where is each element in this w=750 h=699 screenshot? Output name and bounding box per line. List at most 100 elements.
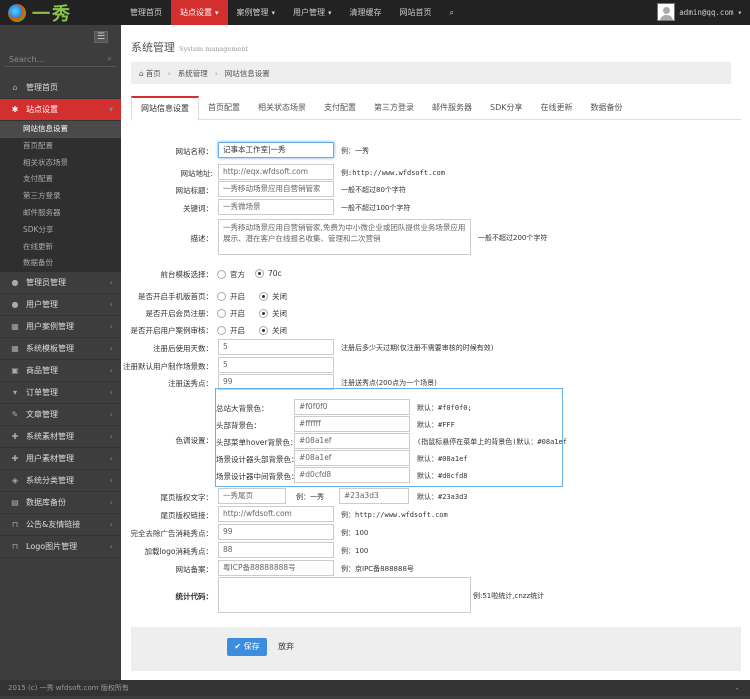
submenu-item[interactable]: 支付配置 — [0, 171, 121, 188]
topnav-item[interactable]: 网站首页 — [391, 0, 441, 25]
sidebar-item[interactable]: ✎ 文章管理 ‹ — [0, 404, 121, 427]
color-row-label: 场景设计器中间背景色： — [216, 472, 299, 481]
sidebar-item[interactable]: ⌂ 管理首页 — [0, 77, 121, 99]
search-icon[interactable]: ⌕ — [441, 0, 463, 25]
site-title-input[interactable]: 一秀移动场景应用自营销管家 — [218, 181, 334, 197]
sidebar-item[interactable]: ● 管理员管理 ‹ — [0, 272, 121, 295]
sidebar-item[interactable]: ✚ 用户素材管理 ‹ — [0, 448, 121, 471]
icp-label: 网站备案： — [175, 565, 214, 574]
sidebar-item[interactable]: ▦ 系统模板管理 ‹ — [0, 338, 121, 361]
reg-days-input[interactable]: 5 — [218, 339, 334, 355]
submenu-item[interactable]: 首页配置 — [0, 138, 121, 155]
sidebar-item-label: 系统模板管理 — [26, 344, 74, 354]
radio-selected-icon — [259, 309, 268, 318]
cancel-button[interactable]: 放弃 — [278, 638, 294, 656]
remove-ads-input[interactable]: 99 — [218, 524, 334, 540]
copyright-text-input[interactable]: 一秀尾页 — [218, 488, 286, 504]
description-textarea[interactable]: 一秀移动场景应用自营销管家,免费为中小微企业或团队提供业务场景应用展示、潜在客户… — [218, 219, 471, 255]
list-icon: ▤ — [11, 498, 19, 508]
topnav-item[interactable]: 清理缓存 — [341, 0, 391, 25]
template-option-official[interactable]: 官方 — [217, 269, 245, 280]
member-reg-off[interactable]: 关闭 — [259, 308, 287, 319]
logo-cost-input[interactable]: 88 — [218, 542, 334, 558]
color-row-hint: 默认：#08a1ef — [417, 455, 468, 463]
sidebar-item-label: 系统素材管理 — [26, 432, 74, 442]
site-url-input[interactable]: http://eqx.wfdsoft.com — [218, 164, 334, 180]
sidebar-item-label: Logo图片管理 — [26, 542, 78, 552]
member-reg-label: 是否开启会员注册： — [145, 309, 214, 318]
copyright-color-input[interactable]: #23a3d3 — [339, 488, 409, 504]
submenu-item[interactable]: 数据备份 — [0, 255, 121, 272]
color-input[interactable]: #ffffff — [294, 416, 410, 432]
site-title-hint: 一般不超过80个字符 — [341, 186, 406, 194]
reg-days-hint: 注册后多少天过期(仅注册不需要审核的时候有效) — [341, 344, 494, 352]
sidebar-item[interactable]: ✚ 系统素材管理 ‹ — [0, 426, 121, 449]
copyright-link-hint: 例：http://www.wfdsoft.com — [341, 511, 448, 519]
radio-icon — [217, 309, 226, 318]
save-button[interactable]: ✔ 保存 — [227, 638, 267, 656]
sidebar-item[interactable]: ▾ 订单管理 ‹ — [0, 382, 121, 405]
sidebar-item[interactable]: ▣ 商品管理 ‹ — [0, 360, 121, 383]
cart-icon: ▾ — [12, 388, 17, 398]
sidebar-item-label: 用户案例管理 — [26, 322, 74, 332]
submenu-item[interactable]: 第三方登录 — [0, 188, 121, 205]
logo[interactable]: 一秀 — [0, 0, 121, 25]
mobile-home-on[interactable]: 开启 — [217, 291, 245, 302]
user-menu[interactable]: admin@qq.com ▾ — [657, 3, 742, 21]
submenu-item[interactable]: 相关状态场景 — [0, 155, 121, 172]
case-review-label: 是否开启用户案例审核： — [130, 326, 214, 335]
radio-icon — [217, 326, 226, 335]
color-input[interactable]: #f0f0f0 — [294, 399, 410, 415]
chevron-left-icon: ‹ — [109, 498, 113, 508]
topnav-item[interactable]: 站点设置 ▾ — [171, 0, 228, 25]
chevron-down-icon: ▾ — [328, 9, 332, 17]
template-option-70c[interactable]: 70c — [255, 269, 282, 278]
case-review-on[interactable]: 开启 — [217, 325, 245, 336]
color-input[interactable]: #d0cfd8 — [294, 467, 410, 483]
sidebar-item-label: 系统分类管理 — [26, 476, 74, 486]
home-icon: ⌂ — [12, 83, 18, 92]
stats-textarea[interactable] — [218, 577, 471, 613]
default-scenes-input[interactable]: 5 — [218, 357, 334, 373]
submenu-item[interactable]: 邮件服务器 — [0, 205, 121, 222]
sidebar-item[interactable]: ▦ 用户案例管理 ‹ — [0, 316, 121, 339]
topnav-item[interactable]: 案例管理 ▾ — [228, 0, 285, 25]
topnav-label: 管理首页 — [130, 8, 162, 17]
color-input[interactable]: #08a1ef — [294, 450, 410, 466]
menu-toggle-icon[interactable]: ☰ — [94, 31, 108, 43]
save-label: 保存 — [243, 642, 260, 651]
case-review-off[interactable]: 关闭 — [259, 325, 287, 336]
sidebar-item[interactable]: ● 用户管理 ‹ — [0, 294, 121, 317]
keywords-hint: 一般不超过100个字符 — [341, 204, 411, 212]
copyright-link-input[interactable]: http://wfdsoft.com — [218, 506, 334, 522]
sidebar-item[interactable]: ▤ 数据库备份 ‹ — [0, 492, 121, 515]
color-row-hint: 默认：#d0cfd8 — [417, 472, 468, 480]
sidebar-item[interactable]: ◈ 系统分类管理 ‹ — [0, 470, 121, 493]
sidebar-item[interactable]: ⊓ 公告&友情链接 ‹ — [0, 514, 121, 537]
gears-icon: ✱ — [11, 105, 19, 114]
radio-label: 关闭 — [272, 309, 287, 318]
sidebar-item[interactable]: ⊓ Logo图片管理 ‹ — [0, 536, 121, 559]
sidebar-item[interactable]: ✱ 站点设置 ▾ — [0, 99, 121, 121]
logo-cost-hint: 例：100 — [341, 547, 369, 555]
topnav-item[interactable]: 用户管理 ▾ — [284, 0, 341, 25]
submenu-item[interactable]: 在线更新 — [0, 239, 121, 256]
color-row-label: 头部背景色： — [216, 421, 261, 430]
scroll-top-icon[interactable]: ⌃ — [734, 683, 740, 699]
keywords-input[interactable]: 一秀微场景 — [218, 199, 334, 215]
icp-input[interactable]: 粤ICP备88888888号 — [218, 560, 334, 576]
member-reg-on[interactable]: 开启 — [217, 308, 245, 319]
user-icon: ● — [11, 300, 19, 310]
topnav-item[interactable]: 管理首页 — [121, 0, 171, 25]
sidebar-search-input[interactable]: Search... ⌕ — [5, 52, 116, 67]
chevron-left-icon: ‹ — [109, 344, 113, 354]
site-name-input[interactable]: 记事本工作室|一秀 — [218, 142, 334, 158]
sidebar-menu: ⌂ 管理首页 ✱ 站点设置 ▾ 网站信息设置 首页配置 相关状态场景 支付配置 第三方登录 邮件服务… — [0, 77, 121, 559]
chevron-left-icon: ‹ — [109, 278, 113, 288]
mobile-home-off[interactable]: 关闭 — [259, 291, 287, 302]
submenu-item[interactable]: SDK分享 — [0, 222, 121, 239]
submenu-item[interactable]: 网站信息设置 — [0, 121, 121, 138]
sidebar-item-label: 管理员管理 — [26, 278, 66, 288]
color-input[interactable]: #08a1ef — [294, 433, 410, 449]
search-icon[interactable]: ⌕ — [108, 54, 112, 64]
